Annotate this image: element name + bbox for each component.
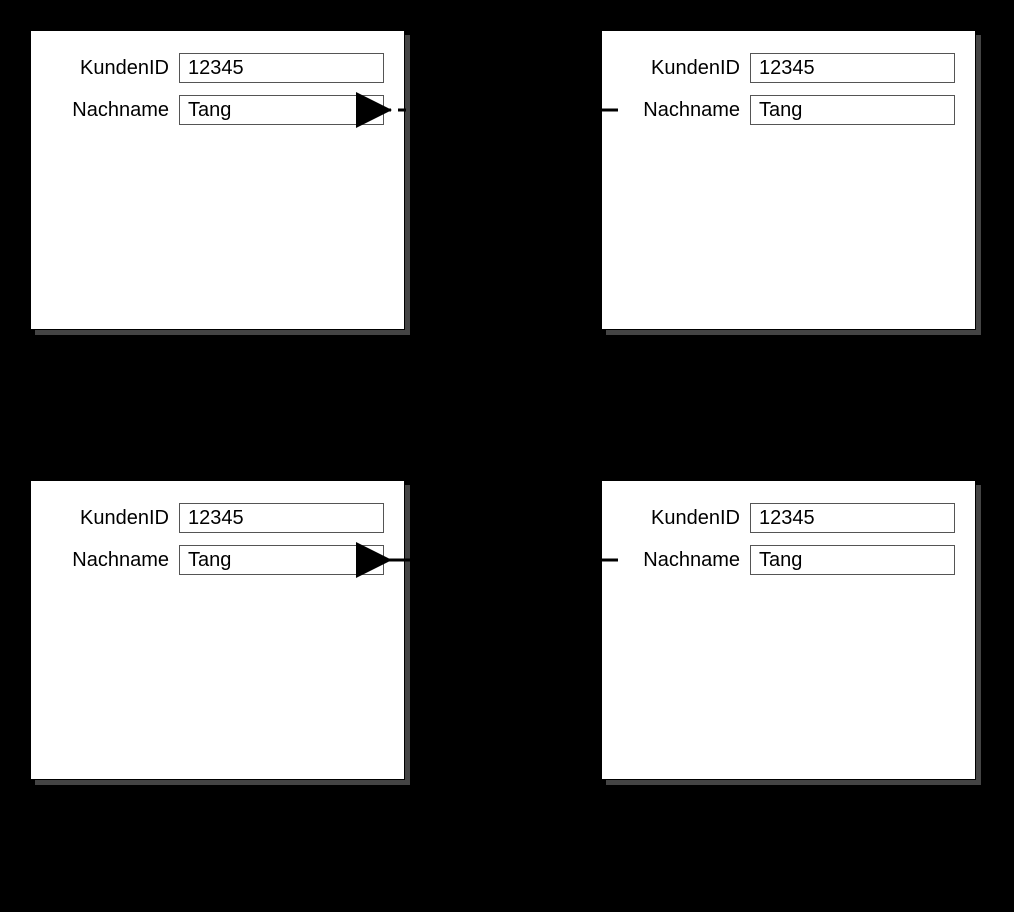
field-row-kundenid: KundenID 12345: [622, 503, 955, 533]
field-row-kundenid: KundenID 12345: [51, 503, 384, 533]
form-panel-bottom-right: KundenID 12345 Nachname Tang: [601, 480, 976, 780]
input-nachname[interactable]: Tang: [750, 95, 955, 125]
label-nachname: Nachname: [51, 549, 179, 572]
label-kundenid: KundenID: [622, 57, 750, 80]
label-kundenid: KundenID: [622, 507, 750, 530]
label-nachname: Nachname: [622, 549, 750, 572]
input-nachname[interactable]: Tang: [179, 95, 384, 125]
field-row-nachname: Nachname Tang: [51, 95, 384, 125]
field-row-kundenid: KundenID 12345: [51, 53, 384, 83]
input-kundenid[interactable]: 12345: [750, 53, 955, 83]
label-nachname: Nachname: [622, 99, 750, 122]
input-nachname[interactable]: Tang: [750, 545, 955, 575]
label-nachname: Nachname: [51, 99, 179, 122]
form-panel-top-left: KundenID 12345 Nachname Tang: [30, 30, 405, 330]
input-kundenid[interactable]: 12345: [750, 503, 955, 533]
field-row-kundenid: KundenID 12345: [622, 53, 955, 83]
label-kundenid: KundenID: [51, 507, 179, 530]
input-nachname[interactable]: Tang: [179, 545, 384, 575]
input-kundenid[interactable]: 12345: [179, 53, 384, 83]
field-row-nachname: Nachname Tang: [622, 95, 955, 125]
field-row-nachname: Nachname Tang: [51, 545, 384, 575]
field-row-nachname: Nachname Tang: [622, 545, 955, 575]
label-kundenid: KundenID: [51, 57, 179, 80]
form-panel-bottom-left: KundenID 12345 Nachname Tang: [30, 480, 405, 780]
input-kundenid[interactable]: 12345: [179, 503, 384, 533]
form-panel-top-right: KundenID 12345 Nachname Tang: [601, 30, 976, 330]
